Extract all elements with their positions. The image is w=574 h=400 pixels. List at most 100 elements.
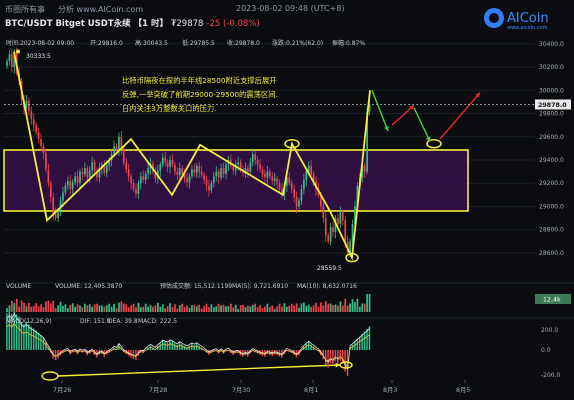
candle-body	[327, 235, 330, 242]
volume-bar	[139, 307, 142, 312]
volume-bar	[210, 304, 213, 312]
high-level-label: 30333.5	[26, 53, 51, 60]
macd-label: MACD(12,26,9)	[6, 318, 52, 325]
candle-body	[276, 178, 278, 184]
candle-body	[200, 171, 203, 176]
volume-bar	[64, 304, 67, 312]
volume-bar	[222, 304, 225, 312]
macd-histogram-bar	[361, 334, 363, 350]
macd-histogram-bar	[159, 343, 161, 350]
volume-bar	[15, 298, 18, 312]
volume-bar	[212, 307, 215, 312]
macd-histogram-bar	[358, 336, 361, 350]
candle-body	[339, 212, 342, 224]
candle-body	[261, 169, 264, 174]
volume-label: VOLUME	[6, 283, 31, 290]
volume-bar	[166, 306, 169, 312]
candle-body	[79, 171, 81, 184]
volume-bar	[337, 305, 339, 312]
candle-body	[178, 168, 181, 176]
volume-bar	[307, 304, 310, 312]
volume-bar	[237, 309, 240, 312]
macd-histogram-bar	[334, 350, 337, 362]
candle-body	[300, 189, 303, 201]
macd-histogram-bar	[164, 341, 166, 350]
candle-body	[164, 157, 167, 163]
macd-histogram-bar	[181, 344, 183, 350]
candle-body	[290, 183, 293, 190]
volume-bar	[54, 308, 57, 312]
macd-histogram-bar	[368, 326, 371, 350]
volume-bar	[205, 303, 208, 312]
info-change: 涨跌:0.21%(62.0)	[272, 39, 323, 47]
volume-bar	[20, 300, 23, 312]
candle-body	[295, 197, 298, 207]
volume-bar	[164, 308, 167, 312]
volume-bar	[28, 302, 30, 312]
candle-body	[132, 183, 135, 190]
candle-body	[322, 206, 325, 219]
volume-bar	[157, 302, 159, 312]
volume-bar	[149, 305, 152, 312]
candle-body	[174, 164, 176, 172]
candle-body	[303, 179, 305, 190]
candle-body	[144, 173, 147, 180]
volume-bar	[298, 307, 300, 312]
candle-body	[42, 146, 45, 154]
volume-bar	[191, 305, 193, 312]
candle-body	[363, 165, 366, 172]
volume-bar	[268, 307, 271, 312]
high-point-marker	[16, 49, 20, 54]
candle-body	[298, 200, 300, 207]
candle-body	[217, 171, 220, 178]
candle-body	[45, 153, 47, 170]
candle-body	[305, 171, 308, 180]
volume-bar	[264, 306, 266, 312]
volume-bar	[91, 306, 94, 312]
volume-bar	[324, 301, 327, 312]
volume-bar	[113, 303, 115, 312]
macd-histogram-bar	[30, 326, 32, 350]
volume-bar	[256, 307, 259, 312]
volume-bar	[281, 306, 283, 312]
volume-bar	[42, 307, 45, 312]
volume-bar	[293, 305, 295, 312]
projection-arrow-up-2	[439, 92, 481, 140]
volume-bar	[101, 305, 103, 312]
volume-bar	[266, 303, 269, 312]
candle-body	[288, 177, 291, 184]
candle-body	[37, 132, 40, 140]
macd-histogram-bar	[339, 350, 341, 361]
price-tick-label: 29800.0	[539, 111, 564, 118]
volume-bar	[261, 308, 264, 312]
candle-body	[118, 136, 120, 151]
volume-bar	[130, 305, 132, 312]
macd-histogram-bar	[178, 342, 181, 350]
volume-bar	[71, 303, 74, 312]
volume-bar	[208, 307, 210, 312]
macd-legend: MACD(12,26,9) DIF: 151.0 DEA: 39.8 MACD:…	[6, 318, 177, 325]
candle-body	[351, 223, 354, 242]
volume-bar	[315, 302, 317, 312]
volume-bar	[239, 305, 242, 312]
macd-histogram-bar	[169, 340, 171, 350]
candle-body	[47, 169, 50, 184]
candle-body	[310, 165, 313, 174]
candle-body	[40, 139, 42, 147]
candle-body	[159, 164, 162, 171]
macd-histogram-bar	[354, 342, 356, 350]
info-bar: 时间:2023-08-02 09:00 开:29816.0 高:30043.5 …	[6, 39, 365, 47]
candle-body	[30, 111, 33, 120]
candle-body	[203, 175, 205, 180]
time-tick-label: 7月26	[53, 386, 71, 394]
macd-low-ellipse	[41, 371, 59, 381]
volume-bar	[176, 308, 179, 312]
volume-bar	[74, 306, 76, 312]
candle-body	[139, 176, 142, 184]
volume-bar	[295, 303, 298, 312]
volume-bar	[118, 302, 120, 312]
volume-bar	[339, 301, 342, 312]
volume-bar	[59, 301, 62, 312]
candle-body	[222, 168, 225, 174]
candle-body	[62, 192, 64, 201]
